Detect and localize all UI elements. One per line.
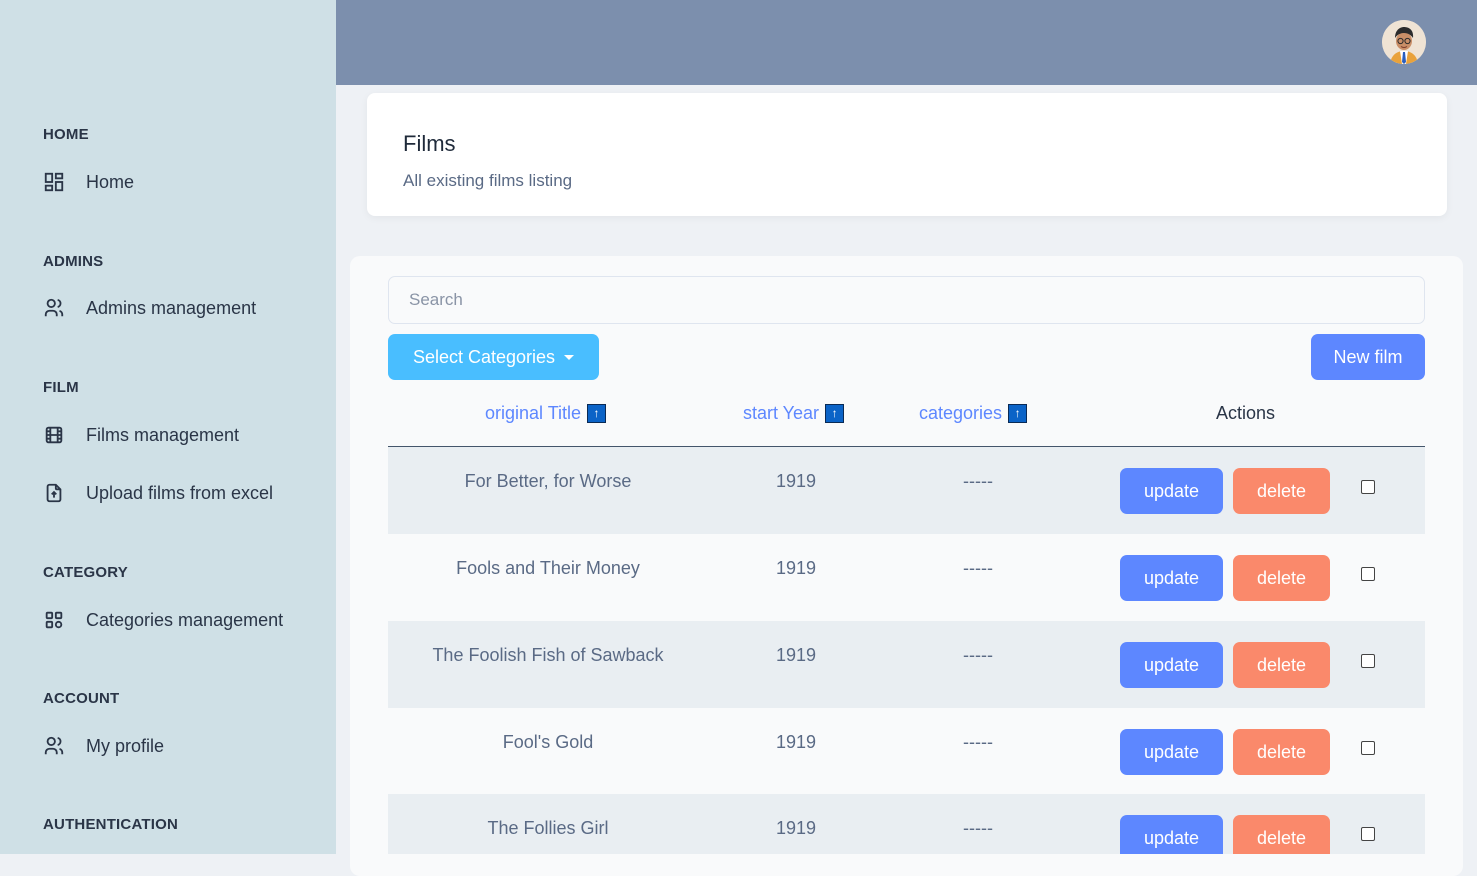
sort-arrow-icon: ↑ (1008, 404, 1028, 423)
update-button[interactable]: update (1120, 729, 1223, 775)
cell-year: 1919 (775, 645, 817, 665)
search-input[interactable] (388, 276, 1425, 324)
sidebar-item-label: Categories management (86, 609, 284, 630)
sidebar-heading-authentication: AUTHENTICATION (43, 816, 179, 833)
column-label: start Year (743, 403, 820, 423)
film-icon (43, 424, 65, 446)
new-film-button[interactable]: New film (1311, 334, 1425, 380)
sort-arrow-icon: ↑ (825, 404, 845, 423)
delete-button[interactable]: delete (1233, 815, 1330, 854)
cell-title: The Follies Girl (487, 818, 609, 838)
sidebar-item-label: Admins management (86, 297, 257, 318)
table-row: Fool's Gold 1919 ----- update delete (388, 708, 1425, 795)
sidebar-heading-account: ACCOUNT (43, 690, 120, 707)
sidebar-heading-film: FILM (43, 379, 79, 396)
column-header-categories[interactable]: categories ↑ (919, 403, 1028, 424)
sidebar-heading-admins: ADMINS (43, 253, 104, 270)
cell-categories: ----- (963, 732, 993, 752)
cell-title: Fools and Their Money (456, 558, 640, 578)
update-button[interactable]: update (1120, 642, 1223, 688)
page-header-card: Films All existing films listing (367, 93, 1447, 216)
row-checkbox[interactable] (1361, 741, 1375, 755)
row-checkbox[interactable] (1361, 480, 1375, 494)
select-categories-label: Select Categories (412, 346, 556, 367)
sidebar-item-label: Home (86, 171, 135, 192)
layout-dashboard-icon (43, 171, 65, 193)
sidebar: HOME Home ADMINS Admins management FILM … (0, 0, 336, 854)
delete-button[interactable]: delete (1233, 642, 1330, 688)
update-button[interactable]: update (1120, 468, 1223, 514)
table-header: original Title ↑ start Year ↑ categories… (388, 390, 1425, 447)
column-label: categories (919, 403, 1003, 423)
cell-categories: ----- (963, 471, 993, 491)
table-row: The Follies Girl 1919 ----- update delet… (388, 794, 1425, 854)
cell-categories: ----- (963, 818, 993, 838)
row-checkbox[interactable] (1361, 654, 1375, 668)
cell-year: 1919 (775, 732, 817, 752)
cell-year: 1919 (775, 558, 817, 578)
avatar-illustration-icon (1382, 20, 1426, 64)
caret-down-icon (564, 354, 575, 360)
sidebar-heading-category: CATEGORY (43, 564, 128, 581)
sidebar-item-upload-films[interactable]: Upload films from excel (43, 482, 273, 504)
cell-title: For Better, for Worse (464, 471, 632, 491)
cell-categories: ----- (963, 645, 993, 665)
user-icon (43, 735, 65, 757)
cell-title: The Foolish Fish of Sawback (432, 645, 664, 665)
sidebar-item-films-management[interactable]: Films management (43, 424, 239, 446)
user-avatar[interactable] (1382, 20, 1426, 64)
delete-button[interactable]: delete (1233, 468, 1330, 514)
table-row: Fools and Their Money 1919 ----- update … (388, 534, 1425, 621)
cell-year: 1919 (775, 471, 817, 491)
delete-button[interactable]: delete (1233, 555, 1330, 601)
row-checkbox[interactable] (1361, 827, 1375, 841)
sidebar-item-label: My profile (86, 735, 165, 756)
update-button[interactable]: update (1120, 815, 1223, 854)
cell-year: 1919 (775, 818, 817, 838)
column-header-actions: Actions (1216, 403, 1276, 423)
file-upload-icon (43, 482, 65, 504)
select-categories-dropdown[interactable]: Select Categories (388, 334, 599, 380)
sidebar-item-home[interactable]: Home (43, 171, 134, 193)
page-subtitle: All existing films listing (403, 171, 573, 190)
table-row: For Better, for Worse 1919 ----- update … (388, 447, 1425, 534)
row-checkbox[interactable] (1361, 567, 1375, 581)
page-title: Films (403, 131, 456, 156)
sidebar-item-categories-management[interactable]: Categories management (43, 609, 283, 631)
sidebar-item-label: Films management (86, 424, 240, 445)
users-icon (43, 297, 65, 319)
column-header-original-title[interactable]: original Title ↑ (485, 403, 607, 424)
sidebar-item-my-profile[interactable]: My profile (43, 735, 164, 757)
category-grid-icon (43, 609, 65, 631)
top-header (336, 0, 1477, 85)
delete-button[interactable]: delete (1233, 729, 1330, 775)
sort-arrow-icon: ↑ (587, 404, 607, 423)
column-header-start-year[interactable]: start Year ↑ (743, 403, 845, 424)
cell-categories: ----- (963, 558, 993, 578)
update-button[interactable]: update (1120, 555, 1223, 601)
sidebar-heading-home: HOME (43, 126, 89, 143)
cell-title: Fool's Gold (502, 732, 594, 752)
sidebar-item-label: Upload films from excel (86, 482, 274, 503)
table-row: The Foolish Fish of Sawback 1919 ----- u… (388, 621, 1425, 708)
column-label: original Title (485, 403, 582, 423)
sidebar-item-admins-management[interactable]: Admins management (43, 297, 256, 319)
